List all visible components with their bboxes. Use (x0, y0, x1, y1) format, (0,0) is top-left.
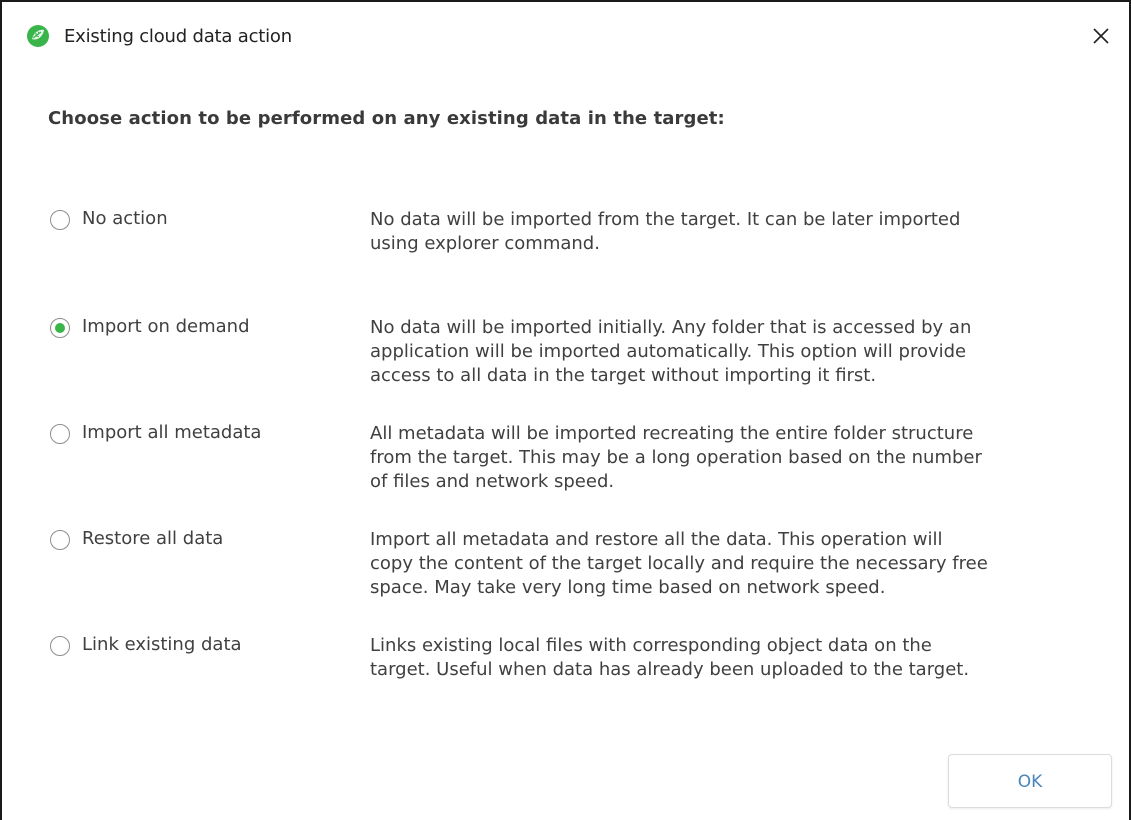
radio-label: No action (82, 208, 168, 229)
window-title: Existing cloud data action (64, 26, 292, 47)
ok-button[interactable]: OK (948, 754, 1112, 808)
radio-restore-all-data[interactable]: Restore all data (48, 528, 378, 556)
leaf-logo-icon (27, 25, 49, 47)
description-line: Import all metadata and restore all the … (370, 529, 943, 550)
radio-no-action[interactable]: No action (48, 208, 378, 236)
dialog-window: Existing cloud data action Choose action… (0, 0, 1131, 820)
radio-button[interactable] (50, 318, 70, 338)
radio-button[interactable] (50, 636, 70, 656)
description-line: from the target. This may be a long oper… (370, 447, 982, 468)
description-line: using explorer command. (370, 233, 600, 254)
description-line: of files and network speed. (370, 471, 615, 492)
dialog-heading: Choose action to be performed on any exi… (48, 108, 725, 129)
radio-import-all-metadata[interactable]: Import all metadata (48, 422, 378, 450)
description-line: No data will be imported from the target… (370, 209, 961, 230)
title-bar: Existing cloud data action (2, 2, 1129, 74)
description-line: access to all data in the target without… (370, 365, 877, 386)
radio-button[interactable] (50, 210, 70, 230)
radio-button[interactable] (50, 530, 70, 550)
description-line: target. Useful when data has already bee… (370, 659, 970, 680)
radio-label: Restore all data (82, 528, 224, 549)
description-line: copy the content of the target locally a… (370, 553, 988, 574)
option-description: All metadata will be imported recreating… (370, 422, 1110, 494)
description-line: No data will be imported initially. Any … (370, 317, 972, 338)
radio-import-on-demand[interactable]: Import on demand (48, 316, 378, 344)
option-description: No data will be imported initially. Any … (370, 316, 1110, 388)
radio-link-existing-data[interactable]: Link existing data (48, 634, 378, 662)
option-description: No data will be imported from the target… (370, 208, 1110, 256)
description-line: application will be imported automatical… (370, 341, 967, 362)
description-line: space. May take very long time based on … (370, 577, 886, 598)
radio-label: Link existing data (82, 634, 242, 655)
ok-button-label: OK (1017, 772, 1043, 792)
description-line: All metadata will be imported recreating… (370, 423, 974, 444)
radio-label: Import on demand (82, 316, 250, 337)
radio-label: Import all metadata (82, 422, 262, 443)
description-line: Links existing local files with correspo… (370, 635, 932, 656)
option-description: Import all metadata and restore all the … (370, 528, 1110, 600)
radio-button[interactable] (50, 424, 70, 444)
close-icon[interactable] (1085, 20, 1117, 52)
option-description: Links existing local files with correspo… (370, 634, 1110, 682)
